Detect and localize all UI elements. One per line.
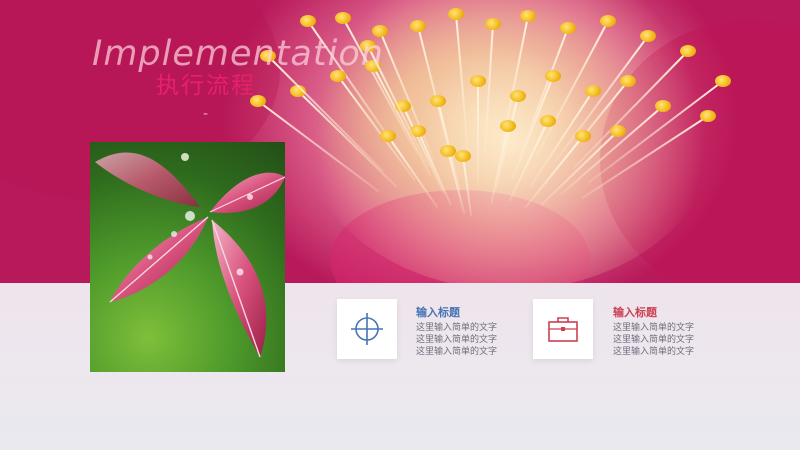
briefcase-card: [533, 299, 593, 359]
briefcase-icon: [548, 317, 578, 342]
item-2-line-2: 这里输入简单的文字: [613, 335, 695, 345]
item-1-line-1: 这里输入简单的文字: [416, 323, 498, 333]
crosshair-card: [337, 299, 397, 359]
item-2-text: 这里输入简单的文字 这里输入简单的文字 这里输入简单的文字: [613, 322, 694, 358]
item-1-text: 这里输入简单的文字 这里输入简单的文字 这里输入简单的文字: [416, 322, 497, 358]
title-dash: -: [203, 106, 209, 122]
item-1-line-2: 这里输入简单的文字: [416, 335, 498, 345]
item-2-line-1: 这里输入简单的文字: [613, 323, 695, 333]
title-chinese: 执行流程: [156, 73, 256, 99]
crosshair-icon: [351, 313, 383, 345]
item-2-heading: 输入标题: [613, 306, 657, 319]
item-1-line-3: 这里输入简单的文字: [416, 347, 498, 357]
leaf-photo: [90, 142, 285, 372]
item-2-line-3: 这里输入简单的文字: [613, 347, 695, 357]
item-1-heading: 输入标题: [416, 306, 460, 319]
leaf-illustration: [95, 152, 285, 358]
